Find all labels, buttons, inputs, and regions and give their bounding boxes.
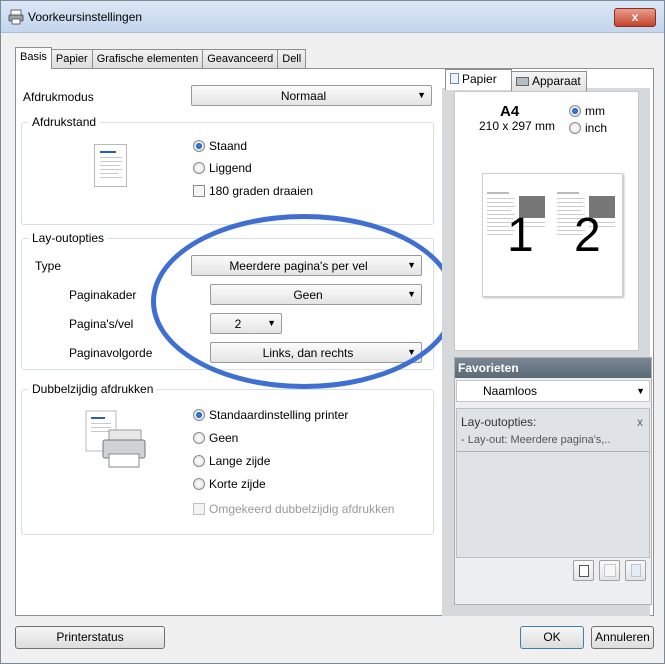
unit-mm-label: mm	[585, 104, 605, 118]
highlight-ellipse	[151, 214, 457, 389]
print-mode-select[interactable]: Normaal ▼	[191, 85, 432, 106]
sheet-preview: 1 2	[482, 173, 623, 297]
print-mode-label: Afdrukmodus	[23, 90, 94, 104]
favorites-panel: Favorieten Naamloos ▼ Lay-outopties: x -…	[454, 357, 652, 605]
close-button[interactable]: x	[614, 8, 656, 27]
printer-status-button[interactable]: Printerstatus	[15, 626, 165, 649]
preferences-window: Voorkeursinstellingen x Basis Papier Gra…	[0, 0, 665, 664]
duplex-short-edge-label: Korte zijde	[209, 477, 266, 491]
pages-per-sheet-label: Pagina's/vel	[69, 317, 134, 331]
duplex-default-label: Standaardinstelling printer	[209, 408, 349, 422]
reverse-duplex-label: Omgekeerd dubbelzijdig afdrukken	[209, 502, 395, 516]
radio-empty-icon	[193, 478, 205, 490]
rotate-180-checkbox[interactable]: 180 graden draaien	[193, 184, 313, 198]
orientation-group-title: Afdrukstand	[29, 115, 100, 129]
tab-basis[interactable]: Basis	[15, 47, 52, 69]
orientation-landscape-label: Liggend	[209, 161, 252, 175]
trash-icon	[631, 564, 641, 577]
tab-preview-apparaat[interactable]: Apparaat	[511, 71, 587, 91]
favorites-divider	[457, 451, 649, 452]
layout-options-title: Lay-outopties	[29, 231, 108, 245]
favorites-item-close-icon[interactable]: x	[637, 415, 643, 429]
reverse-duplex-checkbox[interactable]: Omgekeerd dubbelzijdig afdrukken	[193, 502, 394, 516]
print-mode-value: Normaal	[280, 89, 327, 103]
page-icon	[450, 73, 459, 84]
radio-selected-icon	[193, 409, 205, 421]
radio-empty-icon	[569, 122, 581, 134]
save-icon	[604, 564, 616, 577]
title-bar: Voorkeursinstellingen x	[1, 1, 664, 33]
cancel-button[interactable]: Annuleren	[591, 626, 654, 649]
tab-preview-papier-label: Papier	[462, 72, 497, 86]
page-number-1: 1	[507, 209, 534, 262]
new-favorite-button[interactable]	[573, 560, 594, 581]
new-page-icon	[579, 565, 589, 577]
tab-geavanceerd[interactable]: Geavanceerd	[202, 49, 279, 69]
duplex-long-edge-radio[interactable]: Lange zijde	[193, 454, 270, 468]
page-order-label: Paginavolgorde	[69, 346, 153, 360]
main-tabs: Basis Papier Grafische elementen Geavanc…	[15, 47, 307, 69]
unit-inch-radio[interactable]: inch	[569, 121, 607, 135]
radio-empty-icon	[193, 432, 205, 444]
save-favorite-button[interactable]	[599, 560, 620, 581]
orientation-landscape-radio[interactable]: Liggend	[193, 161, 252, 175]
window-title: Voorkeursinstellingen	[28, 10, 143, 24]
tab-dell[interactable]: Dell	[277, 49, 307, 69]
duplex-group-title: Dubbelzijdig afdrukken	[29, 382, 157, 396]
paper-size: A4	[500, 103, 520, 120]
chevron-down-icon: ▼	[417, 90, 426, 100]
favorites-list[interactable]: Lay-outopties: x - Lay-out: Meerdere pag…	[456, 408, 650, 558]
printer-icon	[516, 77, 529, 86]
checkbox-icon	[193, 185, 205, 197]
page-border-label: Paginakader	[69, 288, 137, 302]
favorites-select[interactable]: Naamloos ▼	[456, 380, 650, 402]
duplex-long-edge-label: Lange zijde	[209, 454, 271, 468]
unit-inch-label: inch	[585, 121, 608, 135]
favorites-item-detail: - Lay-out: Meerdere pagina's,..	[461, 434, 611, 446]
delete-favorite-button[interactable]	[625, 560, 646, 581]
duplex-none-label: Geen	[209, 431, 239, 445]
tab-grafische-elementen[interactable]: Grafische elementen	[91, 49, 204, 69]
duplex-none-radio[interactable]: Geen	[193, 431, 238, 445]
radio-empty-icon	[193, 162, 205, 174]
duplex-printer-icon	[85, 410, 146, 468]
favorites-item-title: Lay-outopties:	[461, 415, 537, 429]
layout-type-label: Type	[35, 259, 62, 273]
checkbox-icon	[193, 503, 205, 515]
favorites-title: Favorieten	[455, 358, 651, 378]
orientation-portrait-radio[interactable]: Staand	[193, 139, 247, 153]
orientation-portrait-label: Staand	[209, 139, 248, 153]
printer-icon	[8, 9, 24, 25]
rotate-180-label: 180 graden draaien	[209, 184, 314, 198]
duplex-default-radio[interactable]: Standaardinstelling printer	[193, 408, 348, 422]
unit-mm-radio[interactable]: mm	[569, 104, 605, 118]
tab-preview-papier[interactable]: Papier	[445, 69, 512, 90]
tab-preview-apparaat-label: Apparaat	[532, 74, 581, 88]
duplex-short-edge-radio[interactable]: Korte zijde	[193, 477, 266, 491]
tab-papier[interactable]: Papier	[50, 49, 93, 69]
radio-selected-icon	[193, 140, 205, 152]
ok-button[interactable]: OK	[520, 626, 584, 649]
favorites-selected-value: Naamloos	[483, 384, 538, 398]
page-number-2: 2	[574, 209, 601, 262]
chevron-down-icon: ▼	[636, 386, 645, 396]
radio-empty-icon	[193, 455, 205, 467]
radio-selected-icon	[569, 105, 581, 117]
paper-dimensions: 210 x 297 mm	[479, 119, 556, 133]
portrait-page-icon	[94, 144, 127, 187]
